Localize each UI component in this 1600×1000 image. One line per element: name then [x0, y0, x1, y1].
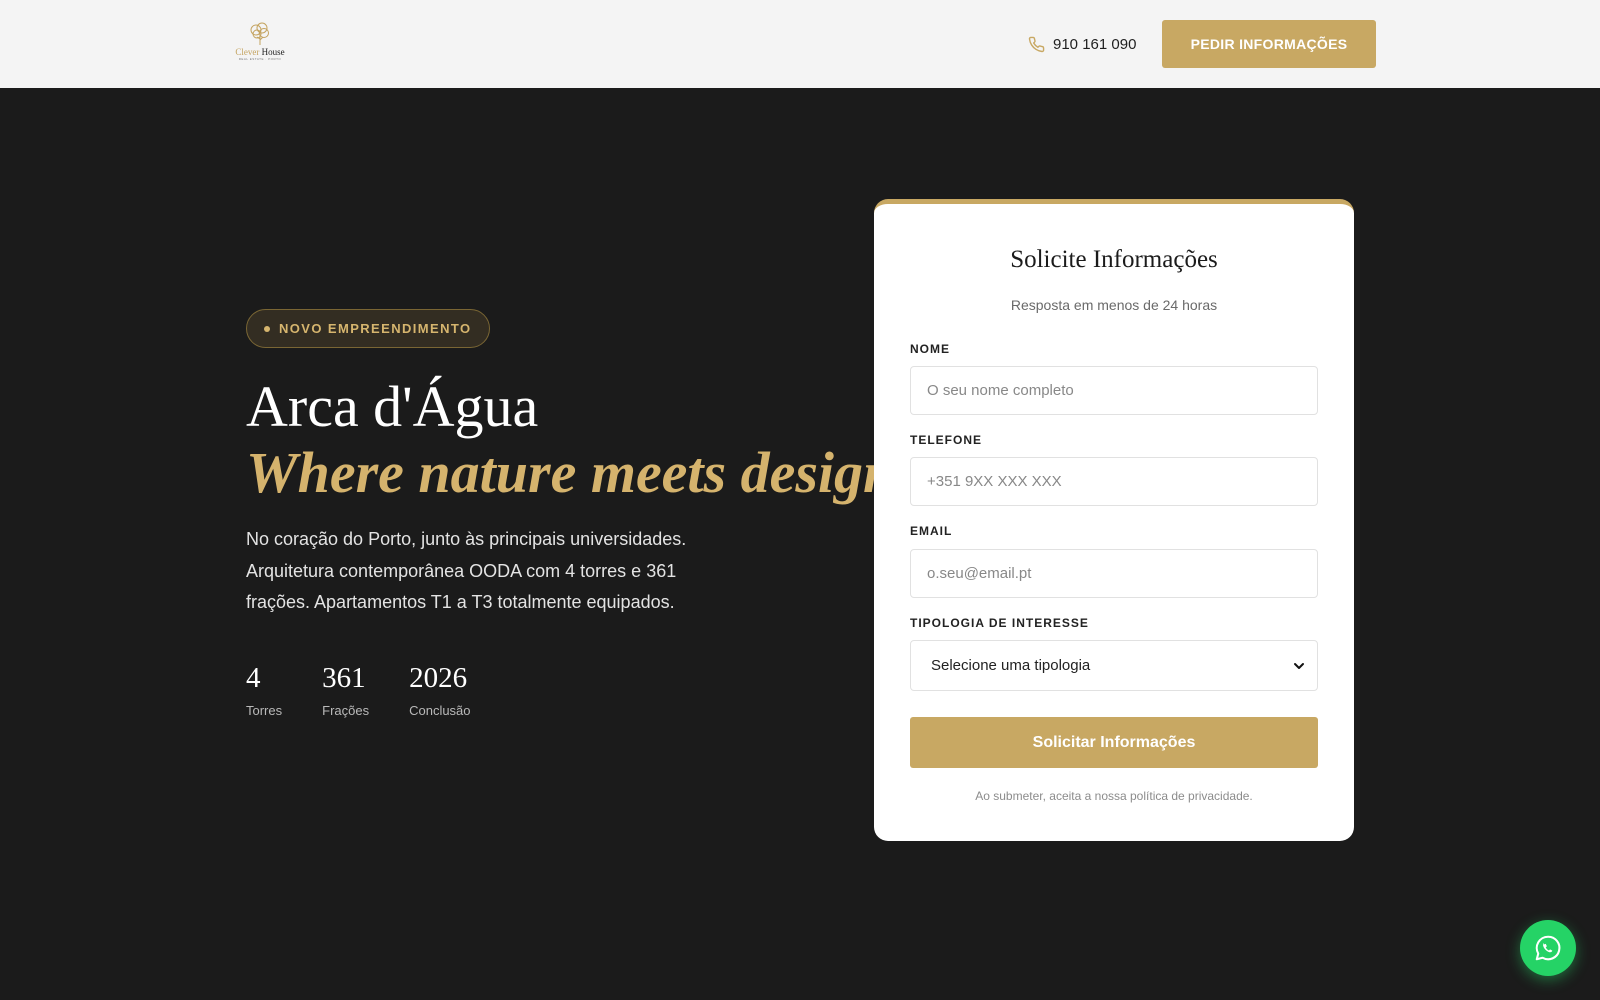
typology-selected-value: Selecione uma tipologia — [931, 657, 1091, 674]
badge-label: NOVO EMPREENDIMENTO — [279, 321, 472, 336]
phone-label: TELEFONE — [910, 433, 983, 447]
stat-towers: 4 Torres — [246, 660, 282, 720]
hero-title: Arca d'Água — [246, 374, 539, 439]
request-info-header-button[interactable]: PEDIR INFORMAÇÕES — [1162, 20, 1376, 68]
logo-tagline: REAL ESTATE · PORTO — [238, 57, 282, 61]
form-subtitle: Resposta em menos de 24 horas — [1010, 297, 1218, 313]
stat-label: Conclusão — [409, 703, 471, 718]
phone-input[interactable] — [910, 457, 1318, 506]
whatsapp-button[interactable] — [1520, 920, 1576, 976]
name-input[interactable] — [910, 366, 1318, 415]
hero-stats: 4 Torres 361 Frações 2026 Conclusão — [246, 660, 511, 720]
stat-label: Frações — [322, 703, 370, 718]
typology-select[interactable]: Selecione uma tipologia — [910, 640, 1318, 691]
submit-request-button[interactable]: Solicitar Informações — [910, 717, 1318, 768]
info-request-form: Solicite Informações Resposta em menos d… — [874, 199, 1354, 841]
stat-units: 361 Frações — [322, 660, 369, 720]
hero-subtitle: Where nature meets design — [246, 440, 896, 505]
badge-dot-icon — [264, 325, 270, 332]
hero-description: No coração do Porto, junto às principais… — [246, 529, 687, 612]
chevron-down-icon — [1294, 662, 1304, 669]
logo-wordmark: Clever House — [235, 47, 285, 57]
whatsapp-icon — [1535, 935, 1561, 961]
stat-completion: 2026 Conclusão — [409, 660, 470, 720]
email-input[interactable] — [910, 549, 1318, 598]
stat-value: 361 — [322, 662, 366, 694]
stat-label: Torres — [246, 703, 283, 718]
form-title: Solicite Informações — [1010, 246, 1218, 273]
name-label: NOME — [910, 342, 950, 356]
phone-link[interactable]: 910 161 090 — [1028, 33, 1136, 55]
email-label: EMAIL — [910, 524, 953, 538]
clever-house-logo[interactable]: Clever House REAL ESTATE · PORTO — [231, 22, 289, 66]
stat-value: 2026 — [409, 662, 468, 694]
privacy-note: Ao submeter, aceita a nossa política de … — [975, 789, 1253, 803]
stat-value: 4 — [246, 662, 261, 694]
phone-icon — [1028, 36, 1045, 52]
site-header: Clever House REAL ESTATE · PORTO 910 161… — [0, 0, 1600, 88]
tree-logo-icon — [250, 22, 269, 45]
new-development-badge: NOVO EMPREENDIMENTO — [246, 309, 490, 348]
typology-label: TIPOLOGIA DE INTERESSE — [910, 616, 1089, 630]
phone-number: 910 161 090 — [1053, 35, 1137, 53]
